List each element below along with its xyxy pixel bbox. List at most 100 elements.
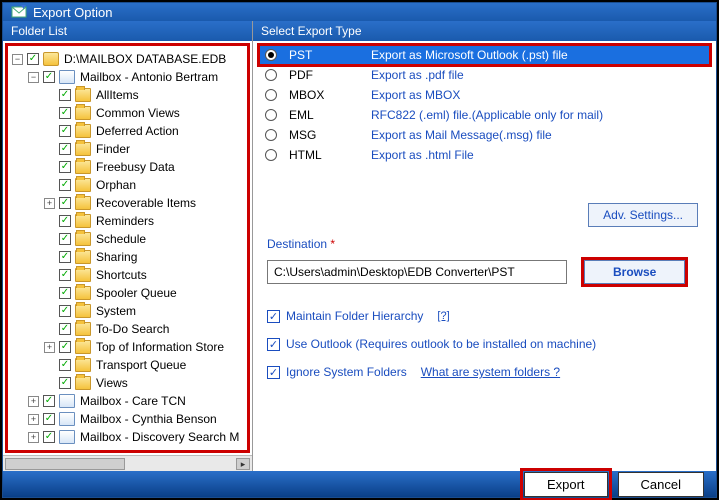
tree-label: Top of Information Store: [95, 338, 224, 356]
tree-mailbox[interactable]: −✓ Mailbox - Antonio Bertram: [28, 68, 218, 86]
destination-input[interactable]: [267, 260, 567, 284]
tree-folder[interactable]: ✓ Orphan: [44, 176, 136, 194]
tree-folder[interactable]: + ✓ Top of Information Store: [44, 338, 224, 356]
type-code: MBOX: [289, 88, 359, 102]
checkbox[interactable]: ✓: [59, 377, 71, 389]
expand-icon[interactable]: +: [28, 414, 39, 425]
checkbox[interactable]: ✓: [43, 395, 55, 407]
radio-button[interactable]: [265, 69, 277, 81]
radio-button[interactable]: [265, 149, 277, 161]
checkbox[interactable]: ✓: [43, 431, 55, 443]
scroll-right-icon[interactable]: ▸: [236, 458, 250, 470]
type-desc: Export as Microsoft Outlook (.pst) file: [371, 48, 568, 62]
expand-icon[interactable]: +: [28, 396, 39, 407]
tree-folder[interactable]: ✓Shortcuts: [44, 266, 147, 284]
spacer: [44, 360, 55, 371]
tree-folder[interactable]: ✓ Schedule: [44, 230, 146, 248]
tree-label: Freebusy Data: [95, 158, 175, 176]
checkbox[interactable]: ✓: [43, 413, 55, 425]
tree-label: Mailbox - Antonio Bertram: [79, 68, 218, 86]
browse-button[interactable]: Browse: [584, 260, 685, 284]
checkbox[interactable]: ✓: [59, 215, 71, 227]
tree-mailbox[interactable]: + ✓ Mailbox - Discovery Search M: [28, 428, 239, 446]
tree-folder[interactable]: ✓To-Do Search: [44, 320, 169, 338]
export-type-pst[interactable]: PSTExport as Microsoft Outlook (.pst) fi…: [259, 45, 710, 65]
folder-icon: [75, 376, 91, 390]
checkbox[interactable]: ✓: [59, 305, 71, 317]
checkbox[interactable]: ✓: [27, 53, 39, 65]
cancel-button[interactable]: Cancel: [618, 472, 704, 497]
export-option-window: Export Option Folder List −✓D:\MAILBOX D…: [2, 2, 717, 498]
checkbox[interactable]: ✓: [59, 341, 71, 353]
radio-button[interactable]: [265, 49, 277, 61]
checkbox[interactable]: ✓: [59, 143, 71, 155]
checkbox[interactable]: ✓: [59, 179, 71, 191]
checkbox[interactable]: ✓: [59, 359, 71, 371]
folder-icon: [75, 340, 91, 354]
checkbox[interactable]: ✓: [59, 197, 71, 209]
checkbox[interactable]: ✓: [59, 89, 71, 101]
checkbox[interactable]: ✓: [267, 366, 280, 379]
export-type-mbox[interactable]: MBOXExport as MBOX: [259, 85, 710, 105]
checkbox-label: Ignore System Folders: [286, 365, 407, 379]
tree-folder[interactable]: ✓System: [44, 302, 136, 320]
tree-mailbox[interactable]: +✓Mailbox - Care TCN: [28, 392, 186, 410]
expand-icon[interactable]: +: [28, 432, 39, 443]
checkbox[interactable]: ✓: [59, 107, 71, 119]
checkbox[interactable]: ✓: [59, 323, 71, 335]
checkbox[interactable]: ✓: [43, 71, 55, 83]
tree-root[interactable]: −✓D:\MAILBOX DATABASE.EDB: [12, 50, 226, 68]
folder-tree[interactable]: −✓D:\MAILBOX DATABASE.EDB −✓Mailbox - An…: [5, 43, 250, 453]
scroll-thumb[interactable]: [5, 458, 125, 470]
export-type-html[interactable]: HTMLExport as .html File: [259, 145, 710, 165]
tree-label: Mailbox - Discovery Search M: [79, 428, 239, 446]
export-button[interactable]: Export: [524, 472, 608, 497]
checkbox[interactable]: ✓: [59, 269, 71, 281]
horizontal-scrollbar[interactable]: ▸: [3, 455, 252, 471]
tree-folder[interactable]: ✓Common Views: [44, 104, 180, 122]
tree-folder[interactable]: ✓ Views: [44, 374, 128, 392]
tree-folder[interactable]: ✓Deferred Action: [44, 122, 179, 140]
collapse-icon[interactable]: −: [12, 54, 23, 65]
radio-button[interactable]: [265, 129, 277, 141]
checkbox[interactable]: ✓: [59, 125, 71, 137]
tree-folder[interactable]: ✓AllItems: [44, 86, 139, 104]
expand-icon[interactable]: +: [44, 198, 55, 209]
tree-label: Views: [95, 374, 128, 392]
export-type-pdf[interactable]: PDFExport as .pdf file: [259, 65, 710, 85]
tree-folder[interactable]: +✓Recoverable Items: [44, 194, 196, 212]
checkbox[interactable]: ✓: [267, 310, 280, 323]
tree-folder[interactable]: ✓Sharing: [44, 248, 137, 266]
tree-folder[interactable]: ✓Spooler Queue: [44, 284, 177, 302]
tree-label: Schedule: [95, 230, 146, 248]
radio-button[interactable]: [265, 89, 277, 101]
spacer: [44, 216, 55, 227]
tree-folder[interactable]: ✓Finder: [44, 140, 130, 158]
tree-label: Orphan: [95, 176, 136, 194]
checkbox[interactable]: ✓: [267, 338, 280, 351]
radio-button[interactable]: [265, 109, 277, 121]
checkbox[interactable]: ✓: [59, 161, 71, 173]
checkbox[interactable]: ✓: [59, 233, 71, 245]
checkbox[interactable]: ✓: [59, 287, 71, 299]
database-icon: [43, 52, 59, 66]
tree-folder[interactable]: ✓Reminders: [44, 212, 154, 230]
app-icon: [11, 4, 27, 20]
tree-label: Mailbox - Cynthia Benson: [79, 410, 217, 428]
checkbox-label: Maintain Folder Hierarchy: [286, 309, 423, 323]
tree-folder[interactable]: ✓ Freebusy Data: [44, 158, 175, 176]
export-type-list: PSTExport as Microsoft Outlook (.pst) fi…: [253, 41, 716, 167]
export-type-msg[interactable]: MSGExport as Mail Message(.msg) file: [259, 125, 710, 145]
system-folders-link[interactable]: What are system folders ?: [421, 365, 560, 379]
tree-mailbox[interactable]: + ✓ Mailbox - Cynthia Benson: [28, 410, 217, 428]
export-type-eml[interactable]: EMLRFC822 (.eml) file.(Applicable only f…: [259, 105, 710, 125]
spacer: [44, 126, 55, 137]
tree-folder[interactable]: ✓Transport Queue: [44, 356, 186, 374]
checkbox[interactable]: ✓: [59, 251, 71, 263]
folder-icon: [75, 358, 91, 372]
adv-settings-button[interactable]: Adv. Settings...: [588, 203, 698, 227]
collapse-icon[interactable]: −: [28, 72, 39, 83]
export-type-panel: Select Export Type PSTExport as Microsof…: [253, 21, 716, 471]
help-link[interactable]: [?]: [437, 310, 449, 322]
expand-icon[interactable]: +: [44, 342, 55, 353]
